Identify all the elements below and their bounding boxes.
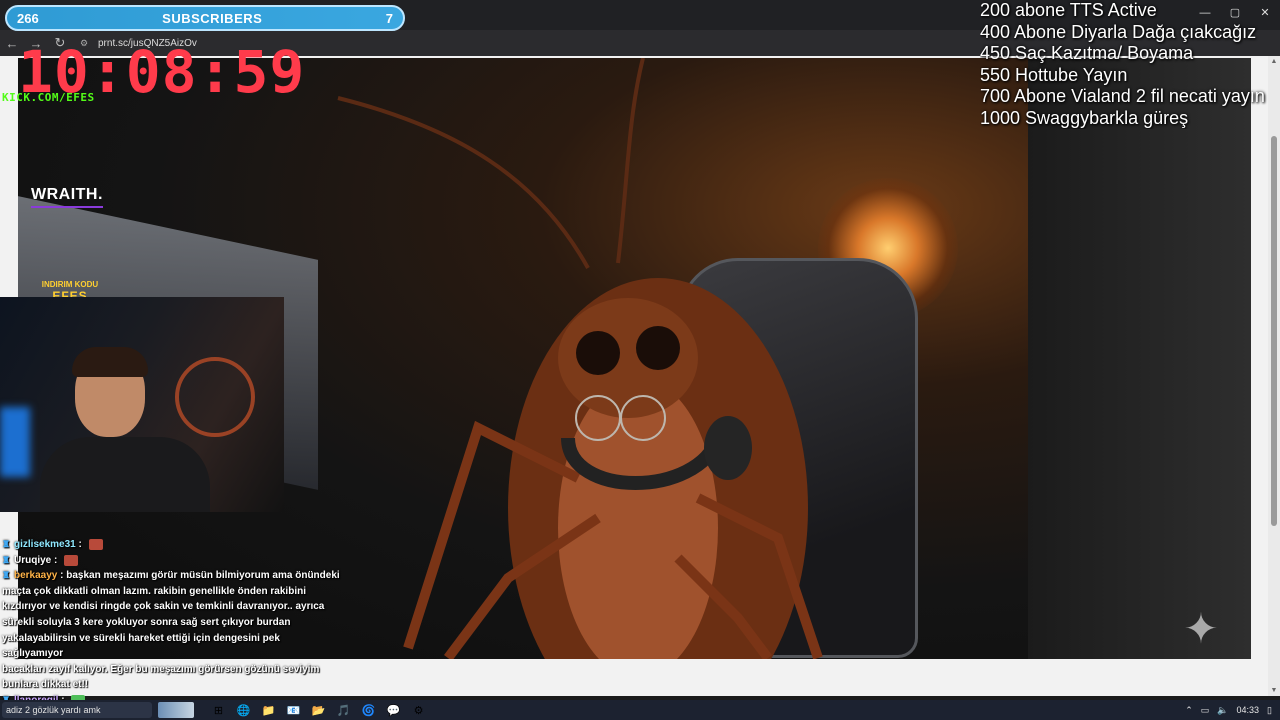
settings-icon[interactable]: ⚙: [406, 700, 431, 720]
emote-icon: [88, 539, 103, 551]
spotify-icon[interactable]: 🎵: [331, 700, 356, 720]
sparkle-icon: ✦: [1183, 605, 1219, 652]
photos-icon[interactable]: 🌐: [231, 700, 256, 720]
page-scrollbar[interactable]: ▲ ▼: [1268, 56, 1280, 696]
goal-item: 200 abone TTS Active: [980, 0, 1157, 20]
chat-message: ♜ gizlisekme31 :: [2, 537, 342, 553]
webcam-light: [0, 407, 30, 477]
goal-item: 450 Saç Kazıtma/ Boyama: [980, 43, 1194, 63]
chat-message: sürekli soluyla 3 kere yokluyor sonra sa…: [2, 615, 342, 631]
goal-item: 1000 Swaggybarkla güreş: [980, 107, 1189, 128]
screen: — ▢ ✕ ← → ↻ ⚙ prnt.sc/jusQNZ5AizOv ▲ ▼ ✦…: [0, 0, 1280, 720]
chevron-up-icon[interactable]: ⌃: [1185, 705, 1193, 716]
user-badge-icon: ♜: [2, 539, 11, 550]
cockroach-illustration: [337, 58, 823, 659]
system-tray: ⌃ ▭ 🔈 04:33 ▯: [1185, 700, 1280, 720]
scroll-down-icon[interactable]: ▼: [1268, 687, 1280, 694]
chat-username[interactable]: berkaayy: [14, 568, 57, 584]
chat-username[interactable]: Uruqiye: [14, 553, 51, 569]
subscriber-goal-count: 7: [385, 10, 393, 26]
chat-message: yakalayabilirsin ve sürekli hareket etti…: [2, 631, 342, 662]
store-icon[interactable]: 📁: [256, 700, 281, 720]
chat-separator: :: [51, 554, 61, 566]
taskbar: adiz 2 gözlük yardı amk ⊞ 🌐 📁 📧 📂 🎵 🌀 💬 ⚙ ⌃ ▭ 🔈 …: [0, 700, 1280, 720]
chat-message: maçta çok dikkatli olman lazım. rakibin …: [2, 584, 342, 600]
wall-shape: [1028, 58, 1251, 659]
mail-icon[interactable]: 📧: [281, 700, 306, 720]
chat-separator: :: [57, 570, 67, 582]
chat-text: maçta çok dikkatli olman lazım. rakibin …: [2, 585, 306, 597]
taskbar-search[interactable]: adiz 2 gözlük yardı amk: [2, 702, 152, 718]
webcam-feed: [0, 297, 284, 512]
streamer-hair: [72, 347, 148, 377]
chrome-icon[interactable]: 🌀: [356, 700, 381, 720]
kick-link: KICK.COM/EFES: [2, 91, 95, 104]
edge-icon[interactable]: ⊞: [206, 700, 231, 720]
taskbar-widget[interactable]: [158, 702, 194, 718]
network-icon[interactable]: ▭: [1201, 705, 1210, 716]
goal-item: 400 Abone Diyarla Dağa çıakcağız: [980, 21, 1257, 42]
subscriber-goals-list: 200 abone TTS Active 400 Abone Diyarla D…: [980, 0, 1280, 129]
clock-text[interactable]: 04:33: [1237, 705, 1260, 715]
chat-text: başkan meşazımı görür müsün bilmiyorum a…: [66, 570, 340, 582]
goal-item: 700 Abone Vialand 2 fil necati yayın: [980, 86, 1265, 106]
chat-separator: :: [75, 539, 85, 550]
chat-message: ♜ berkaayy : başkan meşazımı görür müsün …: [2, 568, 342, 584]
chat-overlay: ♜ gizlisekme31 : ♜ Uruqiye : ♜ berkaayy : b…: [2, 537, 342, 709]
goal-item: 550 Hottube Yayın: [980, 64, 1128, 85]
subscriber-label: SUBSCRIBERS: [162, 10, 263, 26]
user-badge-icon: ♜: [2, 554, 11, 565]
notification-icon[interactable]: ▯: [1267, 705, 1272, 716]
streamer-body: [40, 437, 210, 512]
chat-username[interactable]: gizlisekme31: [14, 537, 76, 553]
emote-icon: [64, 554, 79, 566]
volume-icon[interactable]: 🔈: [1217, 705, 1228, 716]
chat-text: yakalayabilirsin ve sürekli hareket etti…: [2, 632, 280, 660]
webcam-decor-wheel: [175, 357, 255, 437]
user-badge-icon: ♜: [2, 570, 11, 581]
scrollbar-thumb[interactable]: [1271, 136, 1277, 526]
taskbar-apps: ⊞ 🌐 📁 📧 📂 🎵 🌀 💬 ⚙: [206, 700, 431, 720]
chat-text: bacakları zayıf kalıyor. Eğer bu meşazım…: [2, 663, 320, 675]
chat-message: ♜ Uruqiye :: [2, 553, 342, 569]
subscriber-count: 266: [17, 10, 39, 26]
chat-message: bacakları zayıf kalıyor. Eğer bu meşazım…: [2, 662, 342, 678]
chat-message: kızdırıyor ve kendisi ringde çok sakin v…: [2, 599, 342, 615]
chat-message: bunlara dikkat et!!: [2, 677, 342, 693]
chat-text: sürekli soluyla 3 kere yokluyor sonra sa…: [2, 616, 291, 628]
subscriber-goal-bar: 266 SUBSCRIBERS 7: [5, 5, 405, 31]
discord-icon[interactable]: 💬: [381, 700, 406, 720]
chat-text: kızdırıyor ve kendisi ringde çok sakin v…: [2, 601, 325, 613]
explorer-icon[interactable]: 📂: [306, 700, 331, 720]
sponsor-logo: WRAITH.: [31, 186, 103, 208]
chat-text: bunlara dikkat et!!: [2, 679, 89, 691]
